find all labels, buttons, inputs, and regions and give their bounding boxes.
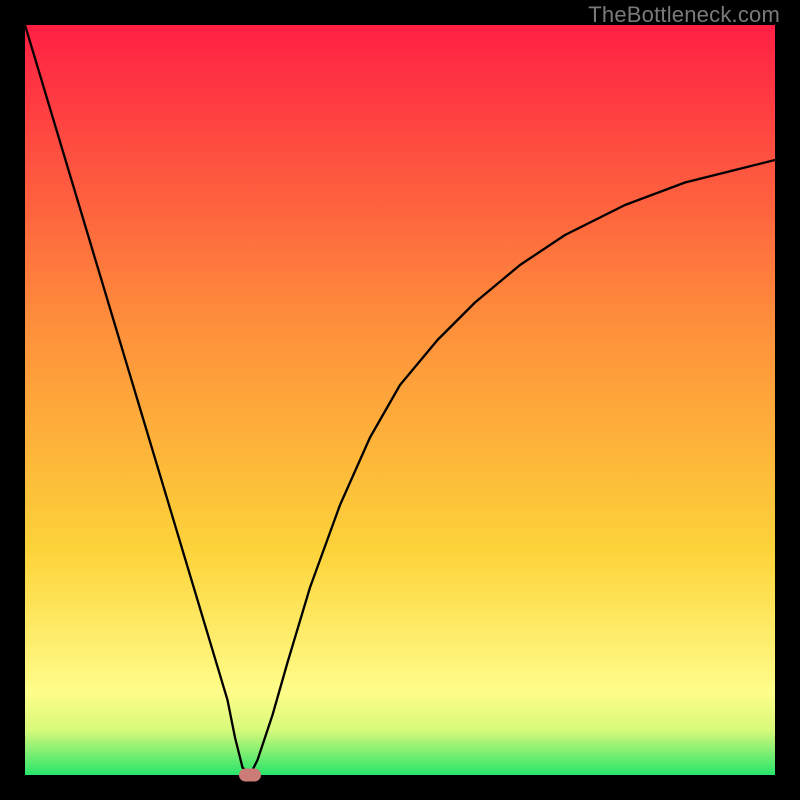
plot-area	[25, 25, 775, 775]
watermark-text: TheBottleneck.com	[588, 2, 780, 28]
chart-frame: TheBottleneck.com	[0, 0, 800, 800]
optimal-marker	[239, 769, 261, 782]
chart-svg	[25, 25, 775, 775]
